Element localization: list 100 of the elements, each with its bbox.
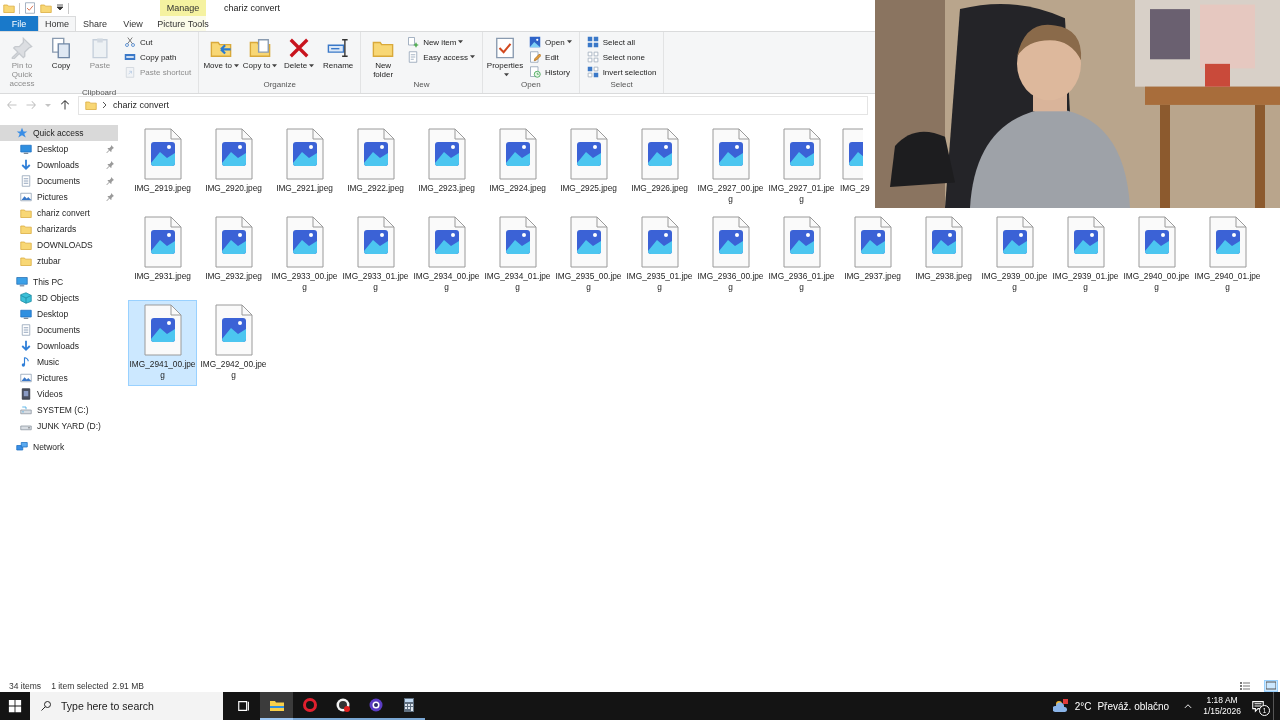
file-item[interactable]: IMG_2925.jpeg xyxy=(554,124,623,210)
caret-icon[interactable] xyxy=(56,4,64,12)
ribbon-command[interactable]: Edit xyxy=(529,50,572,64)
file-item[interactable]: IMG_2921.jpeg xyxy=(270,124,339,210)
weather-condition[interactable]: Převáž. oblačno xyxy=(1097,700,1170,712)
nav-item[interactable]: chariz convert xyxy=(0,205,118,221)
search-field[interactable]: Type here to search xyxy=(30,692,223,720)
file-item[interactable]: IMG_2940_01.jpeg xyxy=(1193,212,1262,298)
up-arrow-icon[interactable] xyxy=(59,99,71,111)
file-item[interactable]: IMG_2924.jpeg xyxy=(483,124,552,210)
file-item[interactable]: IMG_2922.jpeg xyxy=(341,124,410,210)
rename-icon xyxy=(327,37,350,59)
file-item[interactable]: IMG_2931.jpeg xyxy=(128,212,197,298)
ribbon-command[interactable]: Copy to xyxy=(242,35,279,80)
nav-item[interactable]: Pictures xyxy=(0,370,118,386)
file-item[interactable]: IMG_2920.jpeg xyxy=(199,124,268,210)
folder-icon xyxy=(20,223,32,235)
chevron-up-icon[interactable] xyxy=(1183,701,1194,711)
nav-item[interactable]: charizards xyxy=(0,221,118,237)
ribbon-command[interactable]: New item xyxy=(407,35,476,49)
record-icon xyxy=(334,697,351,713)
nav-item[interactable]: Music xyxy=(0,354,118,370)
nav-item[interactable]: Desktop xyxy=(0,306,118,322)
file-item[interactable]: IMG_2940_00.jpeg xyxy=(1122,212,1191,298)
file-item[interactable]: IMG_2937.jpeg xyxy=(838,212,907,298)
nav-item[interactable]: 3D Objects xyxy=(0,290,118,306)
pin-icon xyxy=(106,145,114,153)
details-view-button[interactable] xyxy=(1238,680,1252,692)
cube-icon xyxy=(20,292,32,304)
nav-item[interactable]: Desktop xyxy=(0,141,118,157)
breadcrumb[interactable]: chariz convert xyxy=(113,100,170,110)
temperature[interactable]: 2°C xyxy=(1074,700,1092,712)
ribbon-command[interactable]: Cut xyxy=(124,35,192,49)
window-title: chariz convert xyxy=(223,2,281,15)
file-item[interactable]: IMG_2933_00.jpeg xyxy=(270,212,339,298)
taskbar-app-button[interactable] xyxy=(260,692,293,720)
ribbon-group-label: Select xyxy=(609,80,634,91)
ribbon-command[interactable]: Properties xyxy=(487,35,524,80)
file-item[interactable]: IMG_2932.jpeg xyxy=(199,212,268,298)
ribbon-command[interactable]: Open xyxy=(529,35,572,49)
caret-icon xyxy=(470,55,476,60)
nav-item[interactable]: This PC xyxy=(0,274,118,290)
ribbon-command[interactable]: Rename xyxy=(320,35,357,80)
nav-item[interactable]: Downloads xyxy=(0,157,118,173)
ribbon-command[interactable]: Copy path xyxy=(124,50,192,64)
file-item[interactable]: IMG_2934_00.jpeg xyxy=(412,212,481,298)
nav-item[interactable]: Documents xyxy=(0,173,118,189)
ribbon-command[interactable]: Select none xyxy=(586,50,657,64)
weather-icon[interactable] xyxy=(1052,698,1069,714)
folder-icon xyxy=(20,207,32,219)
ribbon-command[interactable]: Copy xyxy=(43,35,79,88)
nav-item[interactable]: Videos xyxy=(0,386,118,402)
file-item[interactable]: IMG_2926.jpeg xyxy=(625,124,694,210)
nav-item[interactable]: DOWNLOADS xyxy=(0,237,118,253)
file-item[interactable]: IMG_2934_01.jpeg xyxy=(483,212,552,298)
nav-item[interactable]: SYSTEM (C:) xyxy=(0,402,118,418)
ribbon-command[interactable]: New folder xyxy=(365,35,402,80)
ribbon-tab[interactable]: File xyxy=(0,16,38,31)
file-item[interactable]: IMG_2942_00.jpeg xyxy=(199,300,268,386)
ribbon-command[interactable]: Invert selection xyxy=(586,65,657,79)
notification-icon[interactable] xyxy=(1251,699,1265,713)
selection-info: 1 item selected xyxy=(51,681,109,691)
checked-page-icon xyxy=(494,37,517,59)
file-item[interactable]: IMG_2923.jpeg xyxy=(412,124,481,210)
nav-item[interactable]: Quick access xyxy=(0,125,118,141)
ribbon-tab[interactable]: Share xyxy=(76,16,114,31)
file-item[interactable]: IMG_2938.jpeg xyxy=(909,212,978,298)
clock-time[interactable]: 1:18 AM xyxy=(1206,695,1238,706)
file-item[interactable]: IMG_2936_00.jpeg xyxy=(696,212,765,298)
ribbon-command[interactable]: History xyxy=(529,65,572,79)
ribbon-command[interactable]: Move to xyxy=(203,35,240,80)
file-item[interactable]: IMG_2927_00.jpeg xyxy=(696,124,765,210)
network-icon xyxy=(16,441,28,453)
nav-item[interactable]: Downloads xyxy=(0,338,118,354)
orb-icon xyxy=(367,697,384,713)
file-item[interactable]: IMG_2933_01.jpeg xyxy=(341,212,410,298)
nav-item[interactable]: ztubar xyxy=(0,253,118,269)
history-icon xyxy=(529,66,542,78)
nav-item[interactable]: Documents xyxy=(0,322,118,338)
file-item[interactable]: IMG_2941_00.jpeg xyxy=(128,300,197,386)
nav-item[interactable]: Pictures xyxy=(0,189,118,205)
ribbon-command[interactable]: Select all xyxy=(586,35,657,49)
file-item[interactable]: IMG_2936_01.jpeg xyxy=(767,212,836,298)
file-item[interactable]: IMG_2939_01.jpeg xyxy=(1051,212,1120,298)
file-item[interactable]: IMG_2939_00.jpeg xyxy=(980,212,1049,298)
ribbon-tab[interactable]: Home xyxy=(38,16,76,31)
file-item[interactable]: IMG_2919.jpeg xyxy=(128,124,197,210)
nav-item[interactable]: JUNK YARD (D:) xyxy=(0,418,118,434)
checked-page-icon[interactable] xyxy=(24,2,36,14)
address-field[interactable]: chariz convert xyxy=(78,95,868,115)
ribbon-command[interactable]: Easy access xyxy=(407,50,476,64)
ribbon-tab[interactable]: View xyxy=(114,16,152,31)
file-item[interactable]: IMG_2935_01.jpeg xyxy=(625,212,694,298)
clock-date[interactable]: 1/15/2026 xyxy=(1203,706,1241,717)
ribbon-command[interactable]: Delete xyxy=(281,35,318,80)
file-item[interactable]: IMG_2935_00.jpeg xyxy=(554,212,623,298)
ribbon-group-label: Organize xyxy=(262,80,297,91)
large-icons-view-button[interactable] xyxy=(1264,680,1278,692)
file-item[interactable]: IMG_2927_01.jpeg xyxy=(767,124,836,210)
nav-item[interactable]: Network xyxy=(0,439,118,455)
